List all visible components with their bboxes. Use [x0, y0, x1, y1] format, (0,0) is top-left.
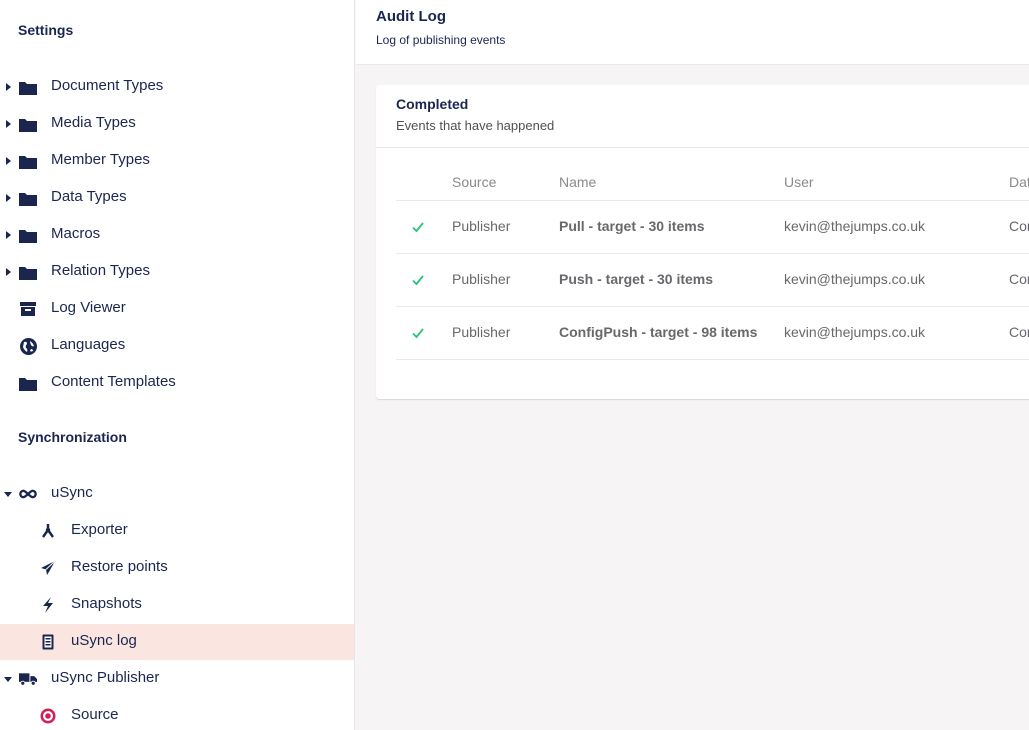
caret-right-icon[interactable]	[4, 192, 12, 204]
synchronization-section-title: Synchronization	[18, 429, 127, 445]
sidebar-item-label: Source	[71, 706, 119, 723]
folder-icon	[19, 226, 37, 244]
sidebar-item-label: Snapshots	[71, 595, 142, 612]
log-document-icon	[39, 633, 57, 651]
sidebar-item-restore-points[interactable]: Restore points	[0, 550, 354, 586]
table-header: Source Name User Dat	[396, 163, 1029, 201]
folder-icon	[19, 263, 37, 281]
page-title: Audit Log	[376, 8, 446, 25]
table-row[interactable]: Publisher Push - target - 30 items kevin…	[396, 254, 1029, 307]
sidebar-item-content-templates[interactable]: Content Templates	[0, 365, 354, 401]
caret-right-icon[interactable]	[4, 229, 12, 241]
check-icon	[411, 273, 425, 287]
sidebar-item-label: Log Viewer	[51, 299, 126, 316]
check-icon	[411, 220, 425, 234]
branch-icon	[39, 522, 57, 540]
sidebar-item-document-types[interactable]: Document Types	[0, 69, 354, 105]
sidebar-item-usync-publisher[interactable]: uSync Publisher	[0, 661, 354, 697]
sidebar-item-label: Restore points	[71, 558, 168, 575]
caret-down-icon[interactable]	[4, 488, 12, 500]
sidebar-item-label: uSync log	[71, 632, 137, 649]
sidebar-item-media-types[interactable]: Media Types	[0, 106, 354, 142]
sidebar-item-label: Languages	[51, 336, 126, 353]
sidebar-item-snapshots[interactable]: Snapshots	[0, 587, 354, 623]
sidebar-item-usync[interactable]: uSync	[0, 476, 354, 512]
folder-icon	[19, 189, 37, 207]
sidebar-item-exporter[interactable]: Exporter	[0, 513, 354, 549]
row-user: kevin@thejumps.co.uk	[784, 218, 926, 234]
row-name: Pull - target - 30 items	[559, 218, 705, 234]
archive-box-icon	[19, 300, 37, 318]
row-name: ConfigPush - target - 98 items	[559, 324, 758, 340]
sidebar-item-label: Member Types	[51, 151, 150, 168]
infinity-icon	[19, 485, 37, 503]
sidebar-item-label: Exporter	[71, 521, 128, 538]
editor-header: Audit Log Log of publishing events	[356, 0, 1029, 65]
panel-header: Completed Events that have happened	[376, 85, 1029, 148]
page-subtitle: Log of publishing events	[376, 33, 506, 47]
sidebar-item-macros[interactable]: Macros	[0, 217, 354, 253]
caret-right-icon[interactable]	[4, 118, 12, 130]
paper-plane-icon	[39, 559, 57, 577]
row-date: Cor	[1009, 218, 1029, 234]
column-header-date[interactable]: Dat	[1009, 174, 1029, 190]
sidebar-item-usync-log[interactable]: uSync log	[0, 624, 354, 660]
column-header-user[interactable]: User	[784, 174, 814, 190]
sidebar-item-log-viewer[interactable]: Log Viewer	[0, 291, 354, 327]
sidebar-item-label: Relation Types	[51, 262, 150, 279]
target-icon	[39, 707, 57, 725]
sidebar: Settings Document Types Media Types Memb…	[0, 0, 355, 730]
sidebar-item-languages[interactable]: Languages	[0, 328, 354, 364]
sidebar-item-source[interactable]: Source	[0, 698, 354, 730]
table-row[interactable]: Publisher ConfigPush - target - 98 items…	[396, 307, 1029, 360]
panel-subtitle: Events that have happened	[396, 118, 555, 133]
row-date: Cor	[1009, 324, 1029, 340]
sidebar-item-label: Media Types	[51, 114, 136, 131]
row-source: Publisher	[452, 218, 511, 234]
column-header-name[interactable]: Name	[559, 174, 596, 190]
sidebar-item-member-types[interactable]: Member Types	[0, 143, 354, 179]
sidebar-item-label: uSync	[51, 484, 93, 501]
caret-right-icon[interactable]	[4, 155, 12, 167]
settings-section-title: Settings	[18, 22, 74, 38]
sidebar-item-label: Data Types	[51, 188, 127, 205]
sidebar-item-label: Macros	[51, 225, 101, 242]
row-user: kevin@thejumps.co.uk	[784, 324, 926, 340]
row-name: Push - target - 30 items	[559, 271, 714, 287]
check-icon	[411, 326, 425, 340]
row-source: Publisher	[452, 324, 511, 340]
truck-icon	[19, 670, 37, 688]
sidebar-item-data-types[interactable]: Data Types	[0, 180, 354, 216]
caret-down-icon[interactable]	[4, 673, 12, 685]
panel-title: Completed	[396, 96, 469, 112]
table-row[interactable]: Publisher Pull - target - 30 items kevin…	[396, 201, 1029, 254]
sidebar-item-label: Content Templates	[51, 373, 176, 390]
sidebar-item-relation-types[interactable]: Relation Types	[0, 254, 354, 290]
sidebar-item-label: uSync Publisher	[51, 669, 160, 686]
globe-icon	[19, 337, 37, 355]
row-date: Cor	[1009, 271, 1029, 287]
folder-icon	[19, 374, 37, 392]
caret-right-icon[interactable]	[4, 266, 12, 278]
sidebar-item-label: Document Types	[51, 77, 164, 94]
completed-panel: Completed Events that have happened Sour…	[376, 85, 1029, 399]
column-header-source[interactable]: Source	[452, 174, 496, 190]
row-source: Publisher	[452, 271, 511, 287]
folder-icon	[19, 152, 37, 170]
folder-icon	[19, 115, 37, 133]
folder-icon	[19, 78, 37, 96]
lightning-icon	[39, 596, 57, 614]
row-user: kevin@thejumps.co.uk	[784, 271, 926, 287]
caret-right-icon[interactable]	[4, 81, 12, 93]
